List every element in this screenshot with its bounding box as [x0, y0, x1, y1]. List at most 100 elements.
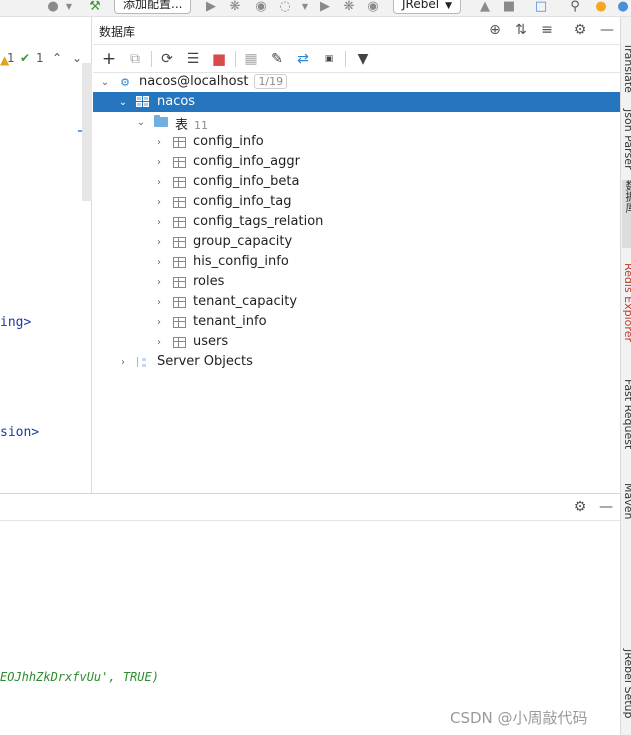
expand-arrow-icon[interactable]: ⌄	[135, 112, 147, 132]
tree-node-table[interactable]: › config_tags_relation	[93, 212, 620, 232]
tool-tab-translate[interactable]: Translate	[622, 43, 631, 93]
tree-node-table[interactable]: › roles	[93, 272, 620, 292]
debug-icon[interactable]: ❋	[226, 0, 244, 15]
tree-node-label: his_config_info	[193, 254, 289, 269]
tree-node-table[interactable]: › group_capacity	[93, 232, 620, 252]
edit-icon[interactable]: ✎	[267, 49, 287, 69]
chevron-right-icon[interactable]: ›	[153, 252, 165, 272]
expand-arrow-icon[interactable]: ⌄	[99, 72, 111, 92]
minimize-icon[interactable]: —	[597, 498, 615, 516]
right-tool-strip: Translate Json Parser 数据库 Redis Explorer…	[620, 17, 631, 735]
run-icon[interactable]: ▶	[316, 0, 334, 15]
chevron-right-icon[interactable]: ›	[153, 332, 165, 352]
duplicate-icon[interactable]: ⧉	[125, 49, 145, 69]
coverage-icon[interactable]: ◉	[252, 0, 270, 15]
tree-node-table[interactable]: › config_info	[93, 132, 620, 152]
add-configuration-button[interactable]: 添加配置...	[114, 0, 192, 14]
hammer-icon[interactable]: ⚒	[86, 0, 104, 15]
jump-to-console-icon[interactable]: ⇄	[293, 49, 313, 69]
jrebel-select[interactable]: JRebel ▼	[393, 0, 461, 14]
inspection-status[interactable]: ▲ 1 ✔ 1 ⌃ ⌄	[0, 49, 92, 71]
tree-node-label: group_capacity	[193, 234, 293, 249]
run-icon[interactable]: ▶	[202, 0, 220, 15]
tree-node-table[interactable]: › users	[93, 332, 620, 352]
search-icon[interactable]: ⚲	[566, 0, 584, 15]
plus-icon[interactable]: +	[99, 49, 119, 69]
sql-code-line: EOJhhZkDrxfvUu', TRUE)	[0, 670, 159, 684]
table-icon	[171, 312, 187, 332]
tool-tab-database[interactable]: 数据库	[622, 180, 631, 248]
profile-icon[interactable]: ◌	[276, 0, 294, 15]
chevron-down-icon[interactable]: ▼	[296, 0, 314, 15]
tree-node-table[interactable]: › tenant_capacity	[93, 292, 620, 312]
debug-icon[interactable]: ❋	[340, 0, 358, 15]
chevron-right-icon[interactable]: ›	[153, 212, 165, 232]
plugin-icon[interactable]: ●	[614, 0, 631, 15]
minimize-icon[interactable]: —	[598, 21, 616, 39]
chevron-right-icon[interactable]: ›	[153, 172, 165, 192]
bottom-tool-window: ⚙ — EOJhhZkDrxfvUu', TRUE) CSDN @小周敲代码	[0, 493, 620, 735]
stop-icon[interactable]: ■	[209, 49, 229, 69]
tree-node-tables-folder[interactable]: ⌄ 表 11	[93, 112, 620, 133]
expand-all-icon[interactable]: ⇅	[512, 21, 530, 39]
table-view-icon[interactable]: ▦	[241, 49, 261, 69]
table-icon	[171, 132, 187, 152]
chevron-right-icon[interactable]: ›	[117, 352, 129, 372]
sql-console-icon[interactable]: ▣	[319, 49, 339, 69]
chevron-right-icon[interactable]: ›	[153, 192, 165, 212]
tool-tab-maven[interactable]: Maven	[622, 483, 631, 519]
schema-sync-icon[interactable]: ☰	[183, 49, 203, 69]
tree-node-label: nacos@localhost 1/19	[139, 74, 288, 89]
filter-icon[interactable]: ▼	[353, 49, 373, 69]
tree-node-server-objects[interactable]: › Server Objects	[93, 352, 620, 372]
warnings-count: 1	[7, 51, 15, 65]
editor-area: ▲ 1 ✔ 1 ⌃ ⌄ ing> sion>	[0, 17, 92, 493]
chevron-right-icon[interactable]: ›	[153, 312, 165, 332]
build-icon[interactable]: ▲	[476, 0, 494, 15]
chevron-right-icon[interactable]: ›	[153, 232, 165, 252]
crosshair-icon[interactable]: ⊕	[486, 21, 504, 39]
update-icon[interactable]: ●	[592, 0, 610, 15]
chevron-down-icon[interactable]: ▼	[60, 0, 78, 15]
tree-node-table[interactable]: › his_config_info	[93, 252, 620, 272]
stop-icon[interactable]: ■	[500, 0, 518, 15]
tree-node-connection[interactable]: ⌄ ⚙ nacos@localhost 1/19	[93, 72, 620, 92]
table-icon	[171, 332, 187, 352]
tool-tab-fast-request[interactable]: Fast Request	[622, 379, 631, 449]
chevron-right-icon[interactable]: ›	[153, 152, 165, 172]
tree-node-schema[interactable]: ⌄ nacos	[93, 92, 620, 112]
chevron-up-icon[interactable]: ⌃	[52, 51, 62, 65]
check-icon: ✔	[20, 51, 31, 65]
tool-tab-json-parser[interactable]: Json Parser	[622, 109, 631, 170]
refresh-icon[interactable]: ⟳	[157, 49, 177, 69]
attach-icon[interactable]: ◉	[364, 0, 382, 15]
tree-node-label: tenant_info	[193, 314, 267, 329]
tree-node-count: 11	[194, 119, 209, 132]
chevron-right-icon[interactable]: ›	[153, 272, 165, 292]
table-icon	[171, 212, 187, 232]
tree-node-table[interactable]: › config_info_aggr	[93, 152, 620, 172]
gear-icon[interactable]: ⚙	[571, 21, 589, 39]
tree-node-table[interactable]: › tenant_info	[93, 312, 620, 332]
gear-icon[interactable]: ⚙	[571, 498, 589, 516]
tool-tab-redis-explorer[interactable]: Redis Explorer	[622, 263, 631, 342]
folder-icon	[153, 112, 169, 132]
tree-node-label: config_info_tag	[193, 194, 292, 209]
table-icon	[171, 272, 187, 292]
chevron-right-icon[interactable]: ›	[153, 292, 165, 312]
database-tool-window: 数据库 ⊕ ⇅ ≡ ⚙ — + ⧉ ⟳ ☰ ■ ▦ ✎ ⇄ ▣ ▼ ⌄ ⚙ na…	[93, 17, 620, 493]
translate-icon[interactable]: □	[532, 0, 550, 15]
schema-icon	[135, 92, 151, 112]
tree-node-label: users	[193, 334, 229, 349]
table-icon	[171, 192, 187, 212]
tree-node-label: config_tags_relation	[193, 214, 324, 229]
chevron-down-icon[interactable]: ⌄	[72, 51, 82, 65]
editor-scrollbar[interactable]	[82, 63, 92, 201]
tree-node-table[interactable]: › config_info_tag	[93, 192, 620, 212]
tree-node-table[interactable]: › config_info_beta	[93, 172, 620, 192]
separator	[235, 51, 236, 67]
tool-tab-jrebel-setup[interactable]: JRebel Setup	[622, 649, 631, 718]
chevron-right-icon[interactable]: ›	[153, 132, 165, 152]
expand-arrow-icon[interactable]: ⌄	[117, 92, 129, 112]
collapse-all-icon[interactable]: ≡	[538, 21, 556, 39]
